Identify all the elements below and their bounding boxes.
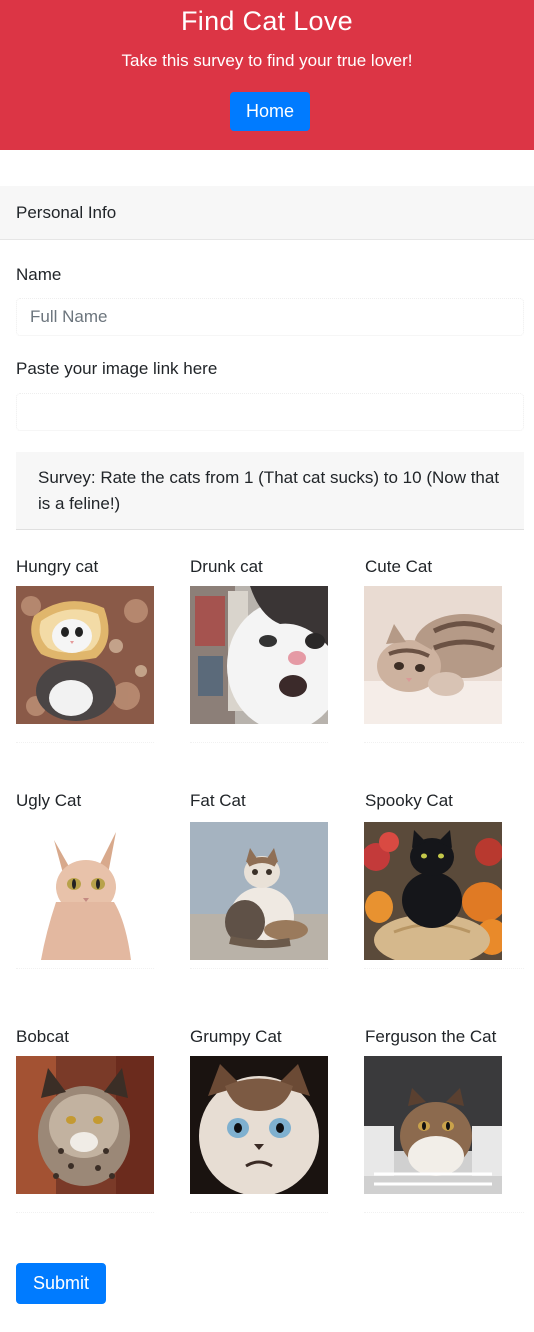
cat-title: Cute Cat — [365, 557, 433, 576]
image-link-input[interactable] — [16, 393, 524, 431]
drunk-cat-image — [190, 586, 328, 724]
spooky-cat-image — [364, 822, 502, 960]
rating-field[interactable] — [190, 1212, 328, 1226]
rating-field[interactable] — [364, 968, 524, 982]
name-input[interactable] — [16, 298, 524, 336]
cute-cat-image — [364, 586, 502, 724]
image-link-label: Paste your image link here — [16, 359, 218, 378]
name-label: Name — [16, 265, 62, 284]
page-subtitle: Take this survey to find your true lover… — [121, 51, 413, 70]
cat-title: Fat Cat — [190, 791, 246, 810]
home-button[interactable]: Home — [230, 92, 310, 131]
cat-title: Hungry cat — [16, 557, 99, 576]
grumpy-cat-image — [190, 1056, 328, 1194]
submit-button[interactable]: Submit — [16, 1263, 106, 1304]
cat-title: Bobcat — [16, 1027, 69, 1046]
personal-info-header: Personal Info — [0, 186, 534, 240]
hero-banner: Find Cat Love Take this survey to find y… — [0, 0, 534, 150]
rating-field[interactable] — [364, 742, 524, 756]
cat-title: Grumpy Cat — [190, 1027, 282, 1046]
page-title: Find Cat Love — [181, 6, 353, 36]
fat-cat-image — [190, 822, 328, 960]
rating-field[interactable] — [16, 1212, 154, 1226]
survey-instructions: Survey: Rate the cats from 1 (That cat s… — [16, 452, 524, 530]
bobcat-image — [16, 1056, 154, 1194]
ugly-cat-image — [16, 822, 154, 960]
cat-title: Ferguson the Cat — [365, 1027, 497, 1046]
cat-title: Drunk cat — [190, 557, 263, 576]
cat-title: Spooky Cat — [365, 791, 453, 810]
rating-field[interactable] — [190, 968, 328, 982]
ferguson-cat-image — [364, 1056, 502, 1194]
cat-title: Ugly Cat — [16, 791, 82, 810]
rating-field[interactable] — [16, 968, 154, 982]
rating-field[interactable] — [190, 742, 328, 756]
hungry-cat-image — [16, 586, 154, 724]
rating-field[interactable] — [16, 742, 154, 756]
rating-field[interactable] — [364, 1212, 524, 1226]
